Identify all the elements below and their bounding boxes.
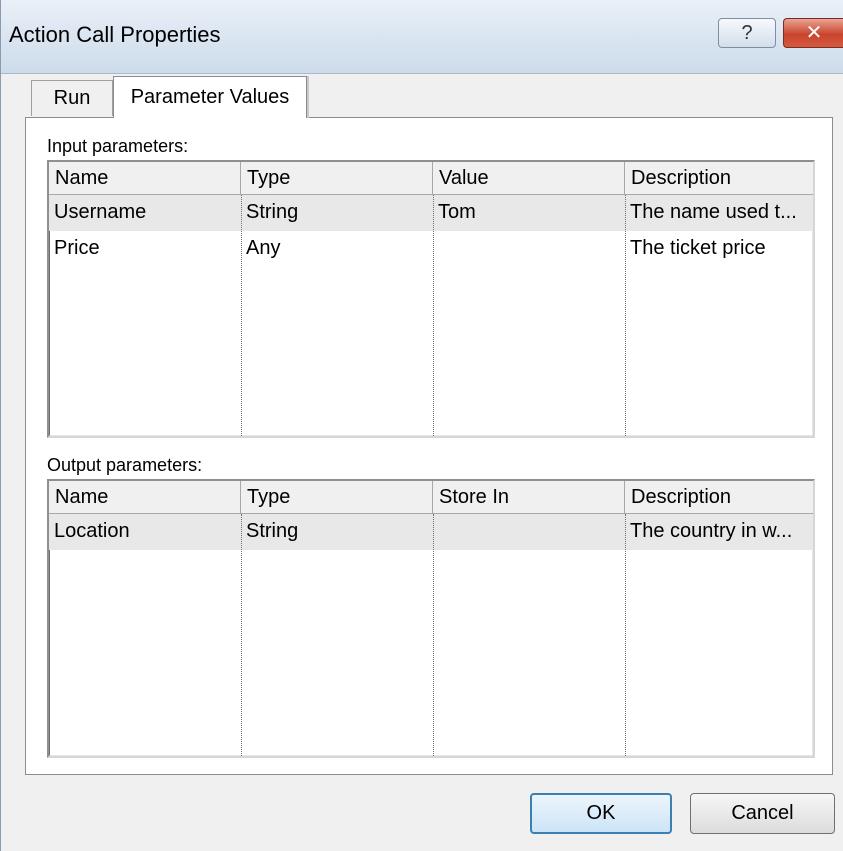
column-header-description[interactable]: Description [625,162,813,195]
column-divider [433,195,434,436]
cancel-button[interactable]: Cancel [690,793,835,834]
column-divider [433,514,434,756]
cell-type[interactable]: String [241,514,433,550]
tab-parameter-values-label: Parameter Values [130,86,290,108]
help-icon: ? [741,22,753,44]
cell-name[interactable]: Location [49,514,241,550]
table-row[interactable]: Username String Tom The name used t... [49,195,813,231]
input-parameters-label: Input parameters: [47,136,189,156]
dialog-window: Action Call Properties ? ✕ Run Parameter… [0,0,843,851]
tab-run-label: Run [53,87,91,109]
column-header-value[interactable]: Value [433,162,625,195]
title-bar[interactable]: Action Call Properties ? ✕ [1,0,843,74]
ok-button[interactable]: OK [530,793,672,834]
help-button[interactable]: ? [718,18,776,48]
input-parameters-grid[interactable]: Name Type Value Description Username Str… [47,160,815,438]
cell-description[interactable]: The country in w... [625,514,813,550]
table-row[interactable]: Location String The country in w... [49,514,813,550]
column-header-name[interactable]: Name [49,481,241,514]
tab-run[interactable]: Run [31,80,113,116]
column-header-type[interactable]: Type [241,481,433,514]
column-header-name[interactable]: Name [49,162,241,195]
table-row[interactable]: Price Any The ticket price [49,231,813,267]
output-parameters-label: Output parameters: [47,455,203,475]
column-divider [241,195,242,436]
cell-type[interactable]: Any [241,231,433,267]
output-parameters-grid[interactable]: Name Type Store In Description Location … [47,479,815,758]
cell-name[interactable]: Username [49,195,241,231]
cell-type[interactable]: String [241,195,433,231]
cell-value[interactable]: Tom [433,195,625,231]
cell-description[interactable]: The ticket price [625,231,813,267]
cell-store-in[interactable] [433,514,625,550]
cancel-button-label: Cancel [731,802,794,824]
column-header-store-in[interactable]: Store In [433,481,625,514]
close-icon: ✕ [805,22,823,44]
cell-value[interactable] [433,231,625,267]
column-header-type[interactable]: Type [241,162,433,195]
column-divider [625,195,626,436]
close-button[interactable]: ✕ [783,18,843,48]
column-divider [625,514,626,756]
column-header-description[interactable]: Description [625,481,813,514]
window-title: Action Call Properties [9,22,221,47]
tab-panel-parameter-values: Input parameters: Name Type Value Descri… [25,117,833,775]
ok-button-label: OK [586,802,616,824]
cell-description[interactable]: The name used t... [625,195,813,231]
cell-name[interactable]: Price [49,231,241,267]
column-divider [241,514,242,756]
tab-parameter-values[interactable]: Parameter Values [113,76,307,118]
